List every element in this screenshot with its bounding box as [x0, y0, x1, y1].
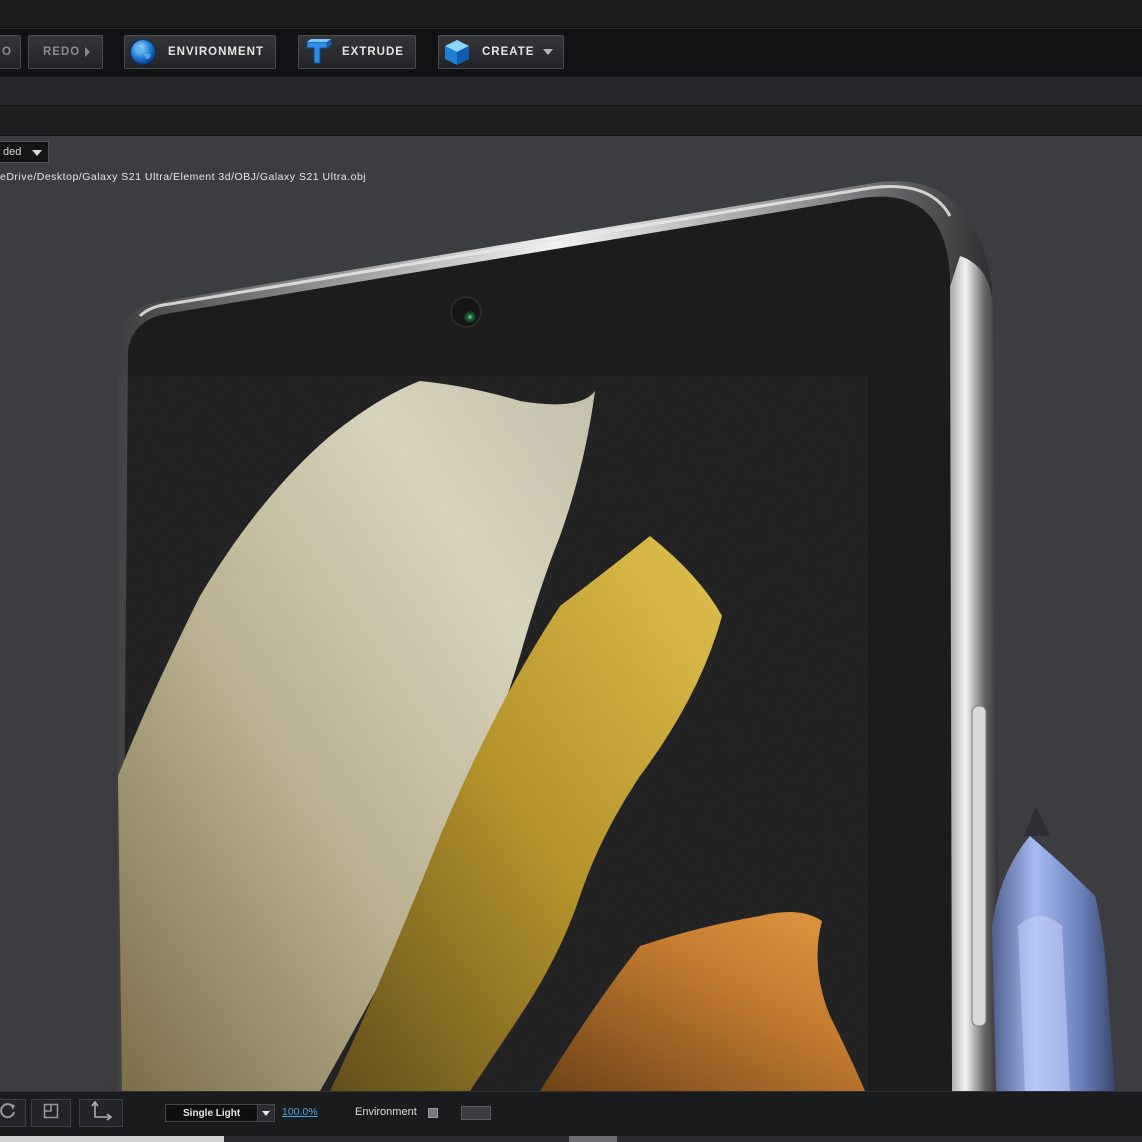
- main-toolbar: O REDO ENVIRONMENT EXTRUDE CREATE: [0, 28, 1142, 78]
- sub-strip: [0, 106, 1142, 136]
- globe-icon: [128, 37, 158, 67]
- 3d-viewport[interactable]: ded eDrive/Desktop/Galaxy S21 Ultra/Elem…: [0, 136, 1142, 1091]
- model-file-path: eDrive/Desktop/Galaxy S21 Ultra/Element …: [0, 171, 367, 183]
- environment-toggle-label: Environment: [355, 1106, 417, 1118]
- redo-button[interactable]: REDO: [28, 35, 103, 69]
- chevron-down-icon: [32, 150, 42, 156]
- shading-mode-dropdown[interactable]: ded: [0, 141, 49, 163]
- rotate-view-button[interactable]: [0, 1099, 26, 1127]
- title-bar: [0, 0, 1142, 28]
- chevron-right-icon: [85, 47, 91, 57]
- viewport-status-bar: Single Light 100.0% Environment: [0, 1091, 1142, 1136]
- chevron-down-icon: [543, 49, 554, 55]
- rotate-icon: [0, 1102, 17, 1125]
- chevron-down-icon: [257, 1105, 274, 1121]
- extrude-button[interactable]: EXTRUDE: [298, 35, 416, 69]
- extrude-t-icon: [302, 37, 332, 67]
- scrollbar-thumb[interactable]: [569, 1136, 617, 1142]
- environment-checkbox[interactable]: [428, 1108, 438, 1118]
- axis-icon: [90, 1100, 113, 1126]
- frame-view-button[interactable]: [31, 1099, 71, 1127]
- undo-label: O: [2, 46, 12, 58]
- axis-view-button[interactable]: [79, 1099, 123, 1127]
- horizontal-scrollbar[interactable]: [0, 1136, 1142, 1142]
- cube-icon: [442, 37, 472, 67]
- create-label: CREATE: [482, 46, 535, 58]
- environment-button[interactable]: ENVIRONMENT: [124, 35, 276, 69]
- scrollbar-track-highlight: [0, 1136, 224, 1142]
- environment-label: ENVIRONMENT: [168, 46, 264, 58]
- undo-button[interactable]: O: [0, 35, 21, 69]
- viewport-render: [110, 181, 1115, 1091]
- frame-icon: [43, 1103, 59, 1124]
- zoom-level-link[interactable]: 100.0%: [282, 1106, 318, 1118]
- lighting-mode-label: Single Light: [183, 1107, 241, 1119]
- create-button[interactable]: CREATE: [438, 35, 564, 69]
- background-color-swatch[interactable]: [461, 1106, 491, 1120]
- redo-label: REDO: [43, 46, 81, 58]
- tab-strip: [0, 77, 1142, 106]
- extrude-label: EXTRUDE: [342, 46, 404, 58]
- lighting-mode-dropdown[interactable]: Single Light: [165, 1104, 275, 1122]
- shading-mode-label: ded: [3, 146, 22, 158]
